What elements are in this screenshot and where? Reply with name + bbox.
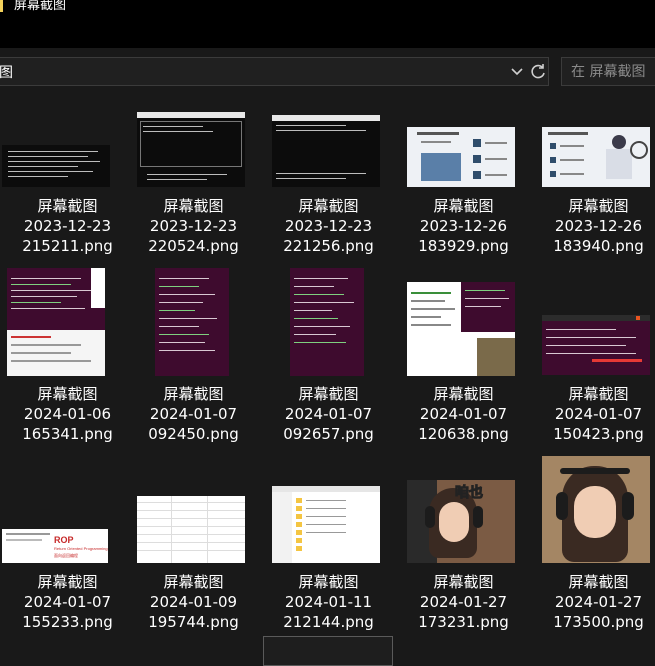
- file-thumbnail: [7, 268, 105, 376]
- file-name-line: 屏幕截图: [37, 573, 98, 591]
- file-name-line: 2023-12-23: [149, 217, 238, 235]
- file-item[interactable]: 屏幕截图 2024-01-27 173500.png: [531, 456, 655, 656]
- file-name-line: 212144.png: [283, 613, 374, 631]
- title-bar: 屏幕截图: [0, 0, 655, 48]
- file-name-line: 屏幕截图: [568, 385, 629, 403]
- file-item[interactable]: 屏幕截图 2024-01-09 195744.png: [126, 476, 261, 656]
- file-name-line: 屏幕截图: [568, 573, 629, 591]
- file-item[interactable]: 咱也 屏幕截图 2024-01-27 173231.png: [396, 476, 531, 656]
- rop-title: ROP: [54, 535, 74, 545]
- file-thumbnail: [272, 115, 380, 187]
- file-thumbnail: [542, 127, 650, 187]
- file-item[interactable]: 屏幕截图 2024-01-11 212144.png: [261, 476, 396, 656]
- file-name-line: 215211.png: [22, 237, 113, 255]
- file-name-line: 2024-01-07: [149, 405, 238, 423]
- file-thumbnail: [2, 145, 110, 187]
- file-name-line: 屏幕截图: [298, 573, 359, 591]
- file-thumbnail: [155, 268, 229, 376]
- file-name-line: 2023-12-26: [554, 217, 643, 235]
- file-thumbnail: [407, 127, 515, 187]
- file-name-line: 2024-01-07: [284, 405, 373, 423]
- file-name-line: 165341.png: [22, 425, 113, 443]
- file-name-line: 150423.png: [553, 425, 644, 443]
- file-name-line: 2024-01-09: [149, 593, 238, 611]
- file-name-line: 220524.png: [148, 237, 239, 255]
- file-item[interactable]: 屏幕截图 2023-12-23 215211.png: [0, 100, 135, 280]
- file-item[interactable]: 屏幕截图 2024-01-07 150423.png: [531, 288, 655, 468]
- file-item[interactable]: 屏幕截图 2024-01-07 120638.png: [396, 282, 531, 468]
- file-name-line: 2024-01-06: [23, 405, 112, 423]
- file-name-line: 屏幕截图: [37, 197, 98, 215]
- folder-icon-accent: [0, 0, 3, 12]
- file-name-line: 2024-01-07: [554, 405, 643, 423]
- file-name-line: 173231.png: [418, 613, 509, 631]
- file-name-line: 屏幕截图: [298, 197, 359, 215]
- file-name-line: 屏幕截图: [568, 197, 629, 215]
- horizontal-scroll-thumb[interactable]: [263, 636, 393, 666]
- search-input[interactable]: [562, 58, 655, 85]
- file-name-line: 2024-01-27: [419, 593, 508, 611]
- window-title: 屏幕截图: [14, 0, 67, 13]
- file-name-line: 2024-01-11: [284, 593, 373, 611]
- file-name-line: 155233.png: [22, 613, 113, 631]
- file-item[interactable]: 屏幕截图 2024-01-07 092450.png: [126, 268, 261, 468]
- file-name-line: 屏幕截图: [433, 197, 494, 215]
- file-item[interactable]: 屏幕截图 2023-12-23 221256.png: [261, 100, 396, 280]
- file-name-line: 221256.png: [283, 237, 374, 255]
- file-name-line: 183940.png: [553, 237, 644, 255]
- rop-subtitle: Return Oriented Programming: [54, 546, 108, 551]
- photo-overlay-text: 咱也: [455, 485, 484, 502]
- file-thumbnail: [272, 486, 380, 563]
- toolbar-divider: [0, 48, 655, 56]
- refresh-icon[interactable]: [528, 62, 548, 82]
- file-name-line: 2024-01-07: [23, 593, 112, 611]
- search-box[interactable]: [561, 57, 655, 86]
- file-thumbnail: [290, 268, 364, 376]
- address-bar[interactable]: 图: [0, 57, 549, 86]
- file-name-line: 173500.png: [553, 613, 644, 631]
- file-name-line: 屏幕截图: [163, 573, 224, 591]
- file-item[interactable]: 屏幕截图 2023-12-23 220524.png: [126, 100, 261, 280]
- file-thumbnail: [407, 282, 515, 376]
- file-thumbnail: [137, 496, 245, 563]
- file-thumbnail: [137, 112, 245, 187]
- file-name-line: 195744.png: [148, 613, 239, 631]
- file-name-line: 屏幕截图: [298, 385, 359, 403]
- file-name-line: 092450.png: [148, 425, 239, 443]
- file-item[interactable]: 屏幕截图 2024-01-07 092657.png: [261, 268, 396, 468]
- file-name-line: 2024-01-07: [419, 405, 508, 423]
- file-name-line: 2023-12-23: [23, 217, 112, 235]
- file-name-line: 屏幕截图: [163, 385, 224, 403]
- file-item[interactable]: 屏幕截图 2023-12-26 183929.png: [396, 100, 531, 280]
- file-name-line: 2024-01-27: [554, 593, 643, 611]
- file-name-line: 2023-12-23: [284, 217, 373, 235]
- rop-cn: 面向返回编程: [54, 553, 78, 558]
- file-item[interactable]: 屏幕截图 2024-01-06 165341.png: [0, 268, 135, 468]
- file-name-line: 屏幕截图: [163, 197, 224, 215]
- file-name-line: 屏幕截图: [433, 385, 494, 403]
- breadcrumb-current-folder[interactable]: 图: [0, 62, 13, 82]
- file-item[interactable]: ROP Return Oriented Programming 面向返回编程 屏…: [0, 476, 135, 656]
- file-name-line: 屏幕截图: [37, 385, 98, 403]
- file-thumbnail: [542, 315, 650, 375]
- file-name-line: 2023-12-26: [419, 217, 508, 235]
- file-thumbnail: ROP Return Oriented Programming 面向返回编程: [2, 529, 108, 563]
- file-name-line: 屏幕截图: [433, 573, 494, 591]
- file-thumbnail: 咱也: [407, 480, 515, 563]
- chevron-down-icon[interactable]: [508, 62, 526, 80]
- file-name-line: 120638.png: [418, 425, 509, 443]
- file-name-line: 183929.png: [418, 237, 509, 255]
- file-thumbnail: [542, 456, 650, 563]
- file-item[interactable]: 屏幕截图 2023-12-26 183940.png: [531, 100, 655, 280]
- file-name-line: 092657.png: [283, 425, 374, 443]
